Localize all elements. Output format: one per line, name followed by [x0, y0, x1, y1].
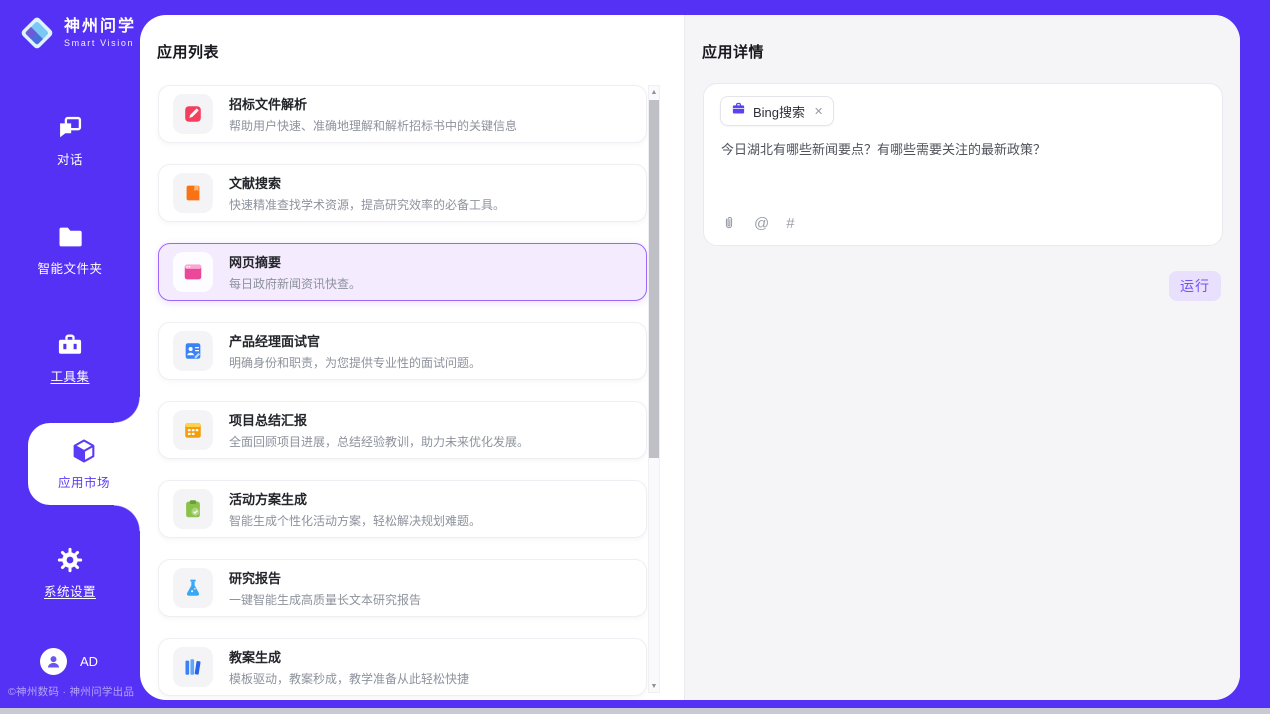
app-card-title: 活动方案生成	[229, 489, 481, 508]
tool-tag-bing-search[interactable]: Bing搜索 ✕	[720, 96, 834, 126]
app-list-scrollbar[interactable]: ▲ ▼	[648, 85, 660, 693]
app-card-description: 智能生成个性化活动方案，轻松解决规划难题。	[229, 512, 481, 529]
folder-icon	[56, 223, 84, 251]
sidebar-item-label: 应用市场	[58, 472, 110, 491]
gear-icon	[56, 546, 84, 574]
mention-icon[interactable]: @	[754, 216, 769, 231]
app-card-description: 快速精准查找学术资源，提高研究效率的必备工具。	[229, 196, 505, 213]
screen: 神州问学 Smart Vision 对话 智能文件夹 工具集 应用市场 系统设置…	[0, 0, 1270, 714]
research-flask-icon	[173, 568, 213, 608]
chat-icon	[56, 114, 84, 142]
app-card-6[interactable]: 活动方案生成 智能生成个性化活动方案，轻松解决规划难题。	[158, 480, 647, 538]
app-card-title: 教案生成	[229, 647, 469, 666]
app-card-description: 全面回顾项目进展，总结经验教训，助力未来优化发展。	[229, 433, 529, 450]
diamond-logo-icon	[18, 14, 56, 52]
app-card-title: 产品经理面试官	[229, 331, 481, 350]
app-logo: 神州问学 Smart Vision	[18, 14, 136, 52]
app-list-panel: 应用列表 招标文件解析 帮助用户快速、准确地理解和解析招标书中的关键信息 文献搜…	[140, 15, 684, 700]
books-icon	[173, 647, 213, 687]
sidebar-item-label: 系统设置	[44, 581, 96, 600]
hashtag-icon[interactable]: #	[786, 216, 794, 231]
clipboard-check-icon	[173, 489, 213, 529]
calendar-icon	[173, 410, 213, 450]
scrollbar-thumb[interactable]	[649, 100, 659, 458]
app-card-4[interactable]: 产品经理面试官 明确身份和职责，为您提供专业性的面试问题。	[158, 322, 647, 380]
app-card-2[interactable]: 文献搜索 快速精准查找学术资源，提高研究效率的必备工具。	[158, 164, 647, 222]
sidebar: 神州问学 Smart Vision 对话 智能文件夹 工具集 应用市场 系统设置…	[0, 0, 140, 708]
app-detail-title: 应用详情	[702, 41, 764, 62]
sidebar-item-label: 智能文件夹	[37, 258, 102, 277]
sidebar-item-2[interactable]: 智能文件夹	[0, 221, 140, 279]
prompt-input-area[interactable]: Bing搜索 ✕ 今日湖北有哪些新闻要点？有哪些需要关注的最新政策？ @#	[703, 83, 1223, 246]
run-button[interactable]: 运行	[1169, 271, 1221, 301]
app-card-7[interactable]: 研究报告 一键智能生成高质量长文本研究报告	[158, 559, 647, 617]
app-card-description: 帮助用户快速、准确地理解和解析招标书中的关键信息	[229, 117, 517, 134]
user-row[interactable]: AD	[40, 648, 98, 675]
attachment-icon[interactable]	[721, 215, 737, 231]
app-card-title: 研究报告	[229, 568, 421, 587]
sidebar-item-label: 工具集	[50, 366, 89, 385]
close-icon[interactable]: ✕	[814, 105, 823, 118]
app-card-list: 招标文件解析 帮助用户快速、准确地理解和解析招标书中的关键信息 文献搜索 快速精…	[158, 85, 647, 700]
app-card-title: 招标文件解析	[229, 94, 517, 113]
sidebar-item-label: 对话	[57, 149, 83, 168]
toolbox-icon	[56, 331, 84, 359]
app-list-title: 应用列表	[157, 41, 219, 62]
cube-icon	[70, 437, 98, 465]
copyright-text: ©神州数码 · 神州问学出品	[8, 684, 134, 699]
sidebar-item-4[interactable]: 应用市场	[28, 423, 140, 505]
app-card-5[interactable]: 项目总结汇报 全面回顾项目进展，总结经验教训，助力未来优化发展。	[158, 401, 647, 459]
app-card-title: 项目总结汇报	[229, 410, 529, 429]
scroll-down-icon[interactable]: ▼	[649, 680, 659, 692]
edit-document-icon	[173, 94, 213, 134]
app-card-3[interactable]: 网页摘要 每日政府新闻资讯快查。	[158, 243, 647, 301]
sidebar-item-1[interactable]: 对话	[0, 112, 140, 170]
app-card-title: 文献搜索	[229, 173, 505, 192]
scroll-up-icon[interactable]: ▲	[649, 86, 659, 98]
avatar	[40, 648, 67, 675]
query-text[interactable]: 今日湖北有哪些新闻要点？有哪些需要关注的最新政策？	[721, 140, 1207, 160]
interview-icon	[173, 331, 213, 371]
user-name: AD	[80, 654, 98, 669]
main-container: 应用列表 招标文件解析 帮助用户快速、准确地理解和解析招标书中的关键信息 文献搜…	[140, 15, 1240, 700]
sidebar-item-5[interactable]: 系统设置	[0, 544, 140, 602]
app-card-description: 每日政府新闻资讯快查。	[229, 275, 361, 292]
app-card-8[interactable]: 教案生成 模板驱动，教案秒成，教学准备从此轻松快捷	[158, 638, 647, 696]
tool-tag-label: Bing搜索	[753, 102, 805, 121]
input-toolbar: @#	[721, 215, 795, 231]
browser-code-icon	[173, 252, 213, 292]
logo-title: 神州问学	[64, 18, 136, 36]
sidebar-item-3[interactable]: 工具集	[0, 329, 140, 387]
app-detail-panel: 应用详情 Bing搜索 ✕ 今日湖北有哪些新闻要点？有哪些需要关注的最新政策？ …	[684, 15, 1240, 700]
person-icon	[45, 653, 62, 670]
app-card-description: 明确身份和职责，为您提供专业性的面试问题。	[229, 354, 481, 371]
book-icon	[173, 173, 213, 213]
logo-subtitle: Smart Vision	[64, 38, 136, 48]
app-card-description: 一键智能生成高质量长文本研究报告	[229, 591, 421, 608]
briefcase-icon	[731, 101, 746, 121]
app-card-description: 模板驱动，教案秒成，教学准备从此轻松快捷	[229, 670, 469, 687]
app-card-1[interactable]: 招标文件解析 帮助用户快速、准确地理解和解析招标书中的关键信息	[158, 85, 647, 143]
app-card-title: 网页摘要	[229, 252, 361, 271]
